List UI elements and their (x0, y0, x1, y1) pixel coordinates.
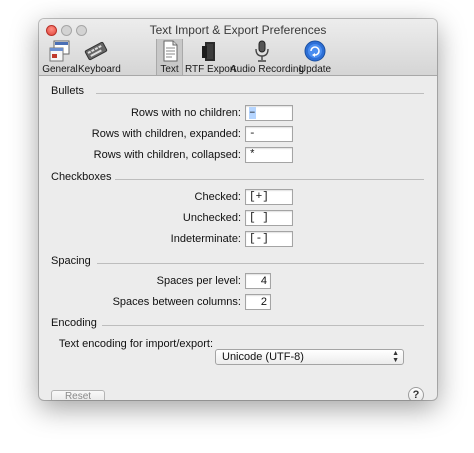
update-icon (304, 40, 326, 62)
reset-button[interactable]: Reset (51, 390, 105, 400)
preferences-content: Bullets Rows with no children: – Rows wi… (39, 76, 437, 400)
toolbar-update-label: Update (298, 64, 332, 75)
rtf-export-icon (202, 42, 215, 61)
bullet-collapsed-label: Rows with children, collapsed: (93, 149, 241, 161)
toolbar-audio-recording[interactable]: Audio Recording (230, 39, 304, 75)
encoding-popup-value: Unicode (UTF-8) (222, 351, 304, 363)
encoding-label: Text encoding for import/export: (58, 338, 213, 350)
toolbar-general-label: General (42, 64, 78, 75)
toolbar-rtf-export[interactable]: RTF Export (185, 39, 236, 75)
text-document-icon (163, 40, 177, 62)
toolbar-audio-recording-label: Audio Recording (230, 64, 304, 75)
bullet-no-children-value: – (249, 107, 256, 119)
toolbar-general[interactable]: General (42, 39, 78, 75)
checkbox-indeterminate-label: Indeterminate: (170, 233, 241, 245)
keyboard-icon (84, 41, 108, 61)
checkbox-checked-label: Checked: (194, 191, 241, 203)
title-bar: Text Import & Export Preferences General (39, 19, 437, 76)
checkbox-unchecked-field[interactable]: [ ] (245, 210, 293, 226)
bullet-collapsed-field[interactable]: * (245, 147, 293, 163)
bullet-no-children-label: Rows with no children: (130, 107, 241, 119)
bullet-expanded-field[interactable]: - (245, 126, 293, 142)
bullet-no-children-field[interactable]: – (245, 105, 293, 121)
window-title: Text Import & Export Preferences (149, 23, 327, 37)
microphone-icon (255, 40, 269, 62)
toolbar-keyboard[interactable]: Keyboard (78, 39, 121, 75)
bullet-expanded-label: Rows with children, expanded: (91, 128, 241, 140)
general-icon (49, 40, 70, 62)
section-divider (96, 93, 424, 94)
spaces-between-columns-field[interactable]: 2 (245, 294, 271, 310)
section-bullets-heading: Bullets (51, 85, 85, 97)
checkbox-checked-field[interactable]: [+] (245, 189, 293, 205)
section-spacing-heading: Spacing (51, 255, 91, 267)
toolbar-rtf-export-label: RTF Export (185, 64, 236, 75)
section-encoding-heading: Encoding (51, 317, 97, 329)
checkbox-unchecked-label: Unchecked: (182, 212, 241, 224)
spaces-between-columns-label: Spaces between columns: (112, 296, 241, 308)
spaces-per-level-label: Spaces per level: (156, 275, 241, 287)
spaces-per-level-field[interactable]: 4 (245, 273, 271, 289)
toolbar-text[interactable]: Text (156, 39, 183, 75)
toolbar-text-label: Text (160, 64, 179, 75)
encoding-popup[interactable]: Unicode (UTF-8) ▲ ▼ (215, 349, 404, 365)
preferences-window: Text Import & Export Preferences General (39, 19, 437, 400)
checkbox-indeterminate-field[interactable]: [-] (245, 231, 293, 247)
section-divider (102, 325, 424, 326)
section-divider (97, 263, 424, 264)
popup-arrows-icon: ▲ ▼ (392, 350, 399, 364)
section-divider (115, 179, 424, 180)
section-checkboxes-heading: Checkboxes (51, 171, 112, 183)
help-button[interactable]: ? (408, 387, 424, 400)
toolbar-keyboard-label: Keyboard (78, 64, 121, 75)
toolbar-update[interactable]: Update (294, 39, 336, 75)
